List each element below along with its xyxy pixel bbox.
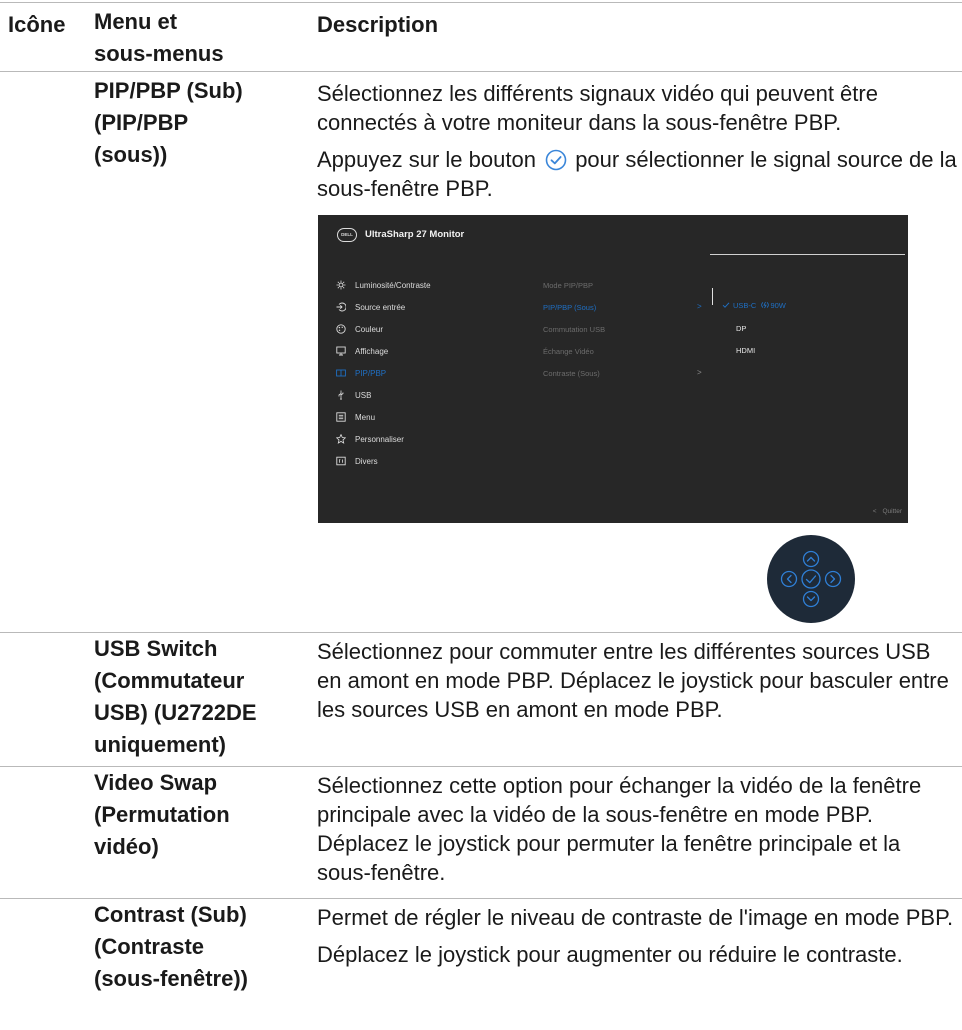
osd-menu-item-usb[interactable]: USB <box>336 389 371 401</box>
desc-paragraph: Sélectionnez les différents signaux vidé… <box>317 81 878 135</box>
sun-icon <box>336 280 346 290</box>
osd-menu-item-couleur[interactable]: Couleur <box>336 323 383 335</box>
row-desc-usb-switch: Sélectionnez pour commuter entre les dif… <box>317 639 949 722</box>
osd-screenshot: DELL UltraSharp 27 Monitor Luminosité/Co… <box>318 215 908 523</box>
usb-icon <box>336 390 346 400</box>
check-icon <box>722 302 730 308</box>
osd-selection-bar <box>712 288 713 305</box>
star-icon <box>336 434 346 444</box>
osd-menu-item-source[interactable]: Source entrée <box>336 301 405 313</box>
dell-logo: DELL <box>337 228 357 242</box>
power-delivery-icon <box>761 301 770 309</box>
palette-icon <box>336 324 346 334</box>
row-name-pip-pbp-sub: PIP/PBP (Sub) (PIP/PBP (sous)) <box>94 78 243 167</box>
desc-text: Appuyez sur le bouton <box>317 147 536 172</box>
desc-paragraph: Appuyez sur le bouton pour sélectionner … <box>317 145 957 203</box>
check-circle-icon <box>545 149 567 171</box>
osd-menu-item-divers[interactable]: Divers <box>336 455 378 467</box>
row-desc-video-swap: Sélectionnez cette option pour échanger … <box>317 773 922 885</box>
chevron-left-icon: < <box>872 508 877 515</box>
osd-menu-item-menu[interactable]: Menu <box>336 411 375 423</box>
osd-option-hdmi[interactable]: HDMI <box>736 346 755 355</box>
osd-submenu-contraste-sous[interactable]: Contraste (Sous) <box>543 369 600 378</box>
header-icon: Icône <box>8 12 66 37</box>
osd-submenu-echange-video[interactable]: Échange Vidéo <box>543 347 594 356</box>
row-name-video-swap: Video Swap (Permutation vidéo) <box>94 770 230 859</box>
osd-submenu-pip-pbp-sous[interactable]: PIP/PBP (Sous) <box>543 303 596 312</box>
osd-title: UltraSharp 27 Monitor <box>365 229 465 240</box>
osd-option-usb-c[interactable]: USB-C 90W <box>722 301 786 310</box>
header-description: Description <box>317 12 439 37</box>
header-menu: Menu et sous-menus <box>94 9 224 66</box>
info-icon <box>336 456 346 466</box>
osd-menu-item-pip-pbp[interactable]: PIP/PBP <box>336 367 386 379</box>
row-desc-pip-pbp-sub: Sélectionnez les différents signaux vidé… <box>317 79 957 203</box>
row-desc-contrast-sub: Permet de régler le niveau de contraste … <box>317 903 957 969</box>
desc-paragraph: Déplacez le joystick pour augmenter ou r… <box>317 942 903 967</box>
row-name-usb-switch: USB Switch (Commutateur USB) (U2722DE un… <box>94 636 257 757</box>
header-rule <box>0 71 962 72</box>
osd-divider <box>710 254 905 255</box>
pip-icon <box>336 368 346 378</box>
chevron-right-icon: > <box>697 368 702 377</box>
osd-menu-item-personnaliser[interactable]: Personnaliser <box>336 433 404 445</box>
osd-menu-item-affichage[interactable]: Affichage <box>336 345 388 357</box>
osd-submenu-mode-pip-pbp[interactable]: Mode PIP/PBP <box>543 281 593 290</box>
row-name-contrast-sub: Contrast (Sub) (Contraste (sous-fenêtre)… <box>94 902 249 991</box>
table-top-rule <box>0 2 962 3</box>
menu-icon <box>336 412 346 422</box>
input-icon <box>336 302 346 312</box>
joystick-buttons <box>780 550 842 608</box>
desc-paragraph: Permet de régler le niveau de contraste … <box>317 905 954 930</box>
osd-quit-button[interactable]: < Quitter <box>873 508 902 515</box>
monitor-icon <box>336 346 346 356</box>
osd-submenu-commutation-usb[interactable]: Commutation USB <box>543 325 605 334</box>
joystick-graphic <box>767 535 855 623</box>
osd-menu-item-luminosite[interactable]: Luminosité/Contraste <box>336 279 431 291</box>
chevron-right-icon: > <box>697 302 702 311</box>
osd-option-dp[interactable]: DP <box>736 324 746 333</box>
